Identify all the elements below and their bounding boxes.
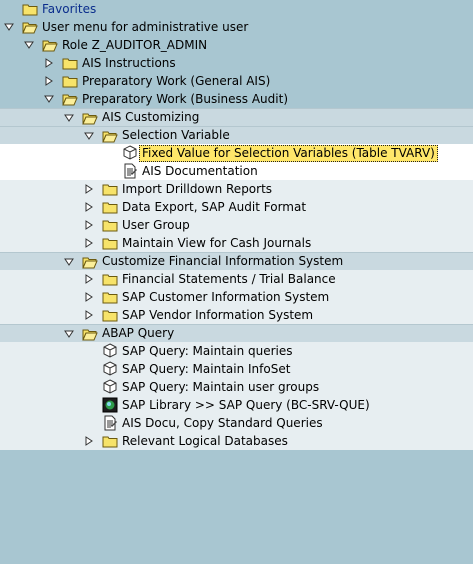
tree-node-fixed-value[interactable]: Fixed Value for Selection Variables (Tab… bbox=[0, 144, 473, 162]
tree-node-user-group[interactable]: User Group bbox=[0, 216, 473, 234]
folder-icon bbox=[102, 199, 118, 215]
tree-node-prep-general[interactable]: Preparatory Work (General AIS) bbox=[0, 72, 473, 90]
document-icon bbox=[102, 415, 118, 431]
folder-open-icon bbox=[62, 91, 78, 107]
folder-icon bbox=[102, 307, 118, 323]
query-maintain-infoset-label: SAP Query: Maintain InfoSet bbox=[122, 362, 291, 376]
query-maintain-queries-label: SAP Query: Maintain queries bbox=[122, 344, 293, 358]
expanded-triangle-icon[interactable] bbox=[4, 22, 14, 32]
folder-icon bbox=[102, 289, 118, 305]
expanded-triangle-icon[interactable] bbox=[64, 257, 74, 267]
ais-docu-queries-label: AIS Docu, Copy Standard Queries bbox=[122, 416, 323, 430]
tree-node-sap-library-query[interactable]: SAP Library >> SAP Query (BC-SRV-QUE) bbox=[0, 396, 473, 414]
collapsed-triangle-icon[interactable] bbox=[44, 76, 54, 86]
collapsed-triangle-icon[interactable] bbox=[84, 220, 94, 230]
folder-open-icon bbox=[82, 110, 98, 126]
expanded-triangle-icon[interactable] bbox=[84, 131, 94, 141]
tree-node-customize-fis[interactable]: Customize Financial Information System bbox=[0, 252, 473, 270]
collapsed-triangle-icon[interactable] bbox=[84, 274, 94, 284]
expanded-triangle-icon[interactable] bbox=[64, 329, 74, 339]
fixed-value-label: Fixed Value for Selection Variables (Tab… bbox=[139, 145, 438, 162]
customize-fis-label: Customize Financial Information System bbox=[102, 254, 344, 268]
tree-node-query-maintain-infoset[interactable]: SAP Query: Maintain InfoSet bbox=[0, 360, 473, 378]
folder-icon bbox=[102, 271, 118, 287]
collapsed-triangle-icon[interactable] bbox=[84, 184, 94, 194]
collapsed-triangle-icon[interactable] bbox=[84, 292, 94, 302]
tree-node-relevant-logical-db[interactable]: Relevant Logical Databases bbox=[0, 432, 473, 450]
folder-open-icon bbox=[42, 37, 58, 53]
ais-instructions-label: AIS Instructions bbox=[82, 56, 176, 70]
data-export-label: Data Export, SAP Audit Format bbox=[122, 200, 307, 214]
query-maintain-user-groups-label: SAP Query: Maintain user groups bbox=[122, 380, 320, 394]
collapsed-triangle-icon[interactable] bbox=[84, 436, 94, 446]
transaction-cube-icon bbox=[102, 361, 118, 377]
folder-icon bbox=[102, 217, 118, 233]
ais-customizing-label: AIS Customizing bbox=[102, 110, 200, 124]
expanded-triangle-icon[interactable] bbox=[24, 40, 34, 50]
tree-node-prep-business[interactable]: Preparatory Work (Business Audit) bbox=[0, 90, 473, 108]
tree-node-import-drilldown[interactable]: Import Drilldown Reports bbox=[0, 180, 473, 198]
tree-node-sap-cis[interactable]: SAP Customer Information System bbox=[0, 288, 473, 306]
folder-icon bbox=[62, 73, 78, 89]
tree-node-maintain-view[interactable]: Maintain View for Cash Journals bbox=[0, 234, 473, 252]
expanded-triangle-icon[interactable] bbox=[44, 94, 54, 104]
folder-open-icon bbox=[22, 19, 38, 35]
transaction-cube-icon bbox=[102, 343, 118, 359]
tree-node-ais-customizing[interactable]: AIS Customizing bbox=[0, 108, 473, 126]
selection-variable-label: Selection Variable bbox=[122, 128, 230, 142]
tree-node-abap-query[interactable]: ABAP Query bbox=[0, 324, 473, 342]
collapsed-triangle-icon[interactable] bbox=[44, 58, 54, 68]
sap-library-query-label: SAP Library >> SAP Query (BC-SRV-QUE) bbox=[122, 398, 370, 412]
folder-icon bbox=[22, 1, 38, 17]
favorites-label: Favorites bbox=[42, 2, 97, 16]
transaction-cube-icon bbox=[122, 145, 138, 161]
tree-node-ais-docu-queries[interactable]: AIS Docu, Copy Standard Queries bbox=[0, 414, 473, 432]
web-link-icon bbox=[102, 397, 118, 413]
tree-node-fin-statements[interactable]: Financial Statements / Trial Balance bbox=[0, 270, 473, 288]
tree-node-role[interactable]: Role Z_AUDITOR_ADMIN bbox=[0, 36, 473, 54]
collapsed-triangle-icon[interactable] bbox=[84, 202, 94, 212]
tree-node-data-export[interactable]: Data Export, SAP Audit Format bbox=[0, 198, 473, 216]
folder-icon bbox=[102, 181, 118, 197]
transaction-cube-icon bbox=[102, 379, 118, 395]
tree-node-favorites[interactable]: Favorites bbox=[0, 0, 473, 18]
folder-icon bbox=[102, 433, 118, 449]
folder-open-icon bbox=[82, 254, 98, 270]
relevant-logical-db-label: Relevant Logical Databases bbox=[122, 434, 288, 448]
user-group-label: User Group bbox=[122, 218, 190, 232]
tree-node-selection-variable[interactable]: Selection Variable bbox=[0, 126, 473, 144]
tree-node-query-maintain-user-groups[interactable]: SAP Query: Maintain user groups bbox=[0, 378, 473, 396]
empty-tree-area bbox=[0, 450, 473, 564]
document-icon bbox=[122, 163, 138, 179]
folder-icon bbox=[102, 235, 118, 251]
folder-open-icon bbox=[82, 326, 98, 342]
sap-vis-label: SAP Vendor Information System bbox=[122, 308, 314, 322]
folder-open-icon bbox=[102, 128, 118, 144]
tree-node-ais-documentation[interactable]: AIS Documentation bbox=[0, 162, 473, 180]
tree-node-sap-vis[interactable]: SAP Vendor Information System bbox=[0, 306, 473, 324]
user-menu-label: User menu for administrative user bbox=[42, 20, 249, 34]
collapsed-triangle-icon[interactable] bbox=[84, 310, 94, 320]
sap-cis-label: SAP Customer Information System bbox=[122, 290, 330, 304]
menu-tree: Favorites User menu for administrative u… bbox=[0, 0, 473, 450]
fin-statements-label: Financial Statements / Trial Balance bbox=[122, 272, 336, 286]
abap-query-label: ABAP Query bbox=[102, 326, 175, 340]
prep-business-label: Preparatory Work (Business Audit) bbox=[82, 92, 288, 106]
tree-node-ais-instructions[interactable]: AIS Instructions bbox=[0, 54, 473, 72]
role-label: Role Z_AUDITOR_ADMIN bbox=[62, 38, 208, 52]
prep-general-label: Preparatory Work (General AIS) bbox=[82, 74, 271, 88]
collapsed-triangle-icon[interactable] bbox=[84, 238, 94, 248]
tree-node-query-maintain-queries[interactable]: SAP Query: Maintain queries bbox=[0, 342, 473, 360]
tree-node-user-menu[interactable]: User menu for administrative user bbox=[0, 18, 473, 36]
maintain-view-label: Maintain View for Cash Journals bbox=[122, 236, 312, 250]
expanded-triangle-icon[interactable] bbox=[64, 113, 74, 123]
import-drilldown-label: Import Drilldown Reports bbox=[122, 182, 273, 196]
ais-documentation-label: AIS Documentation bbox=[142, 164, 258, 178]
folder-icon bbox=[62, 55, 78, 71]
